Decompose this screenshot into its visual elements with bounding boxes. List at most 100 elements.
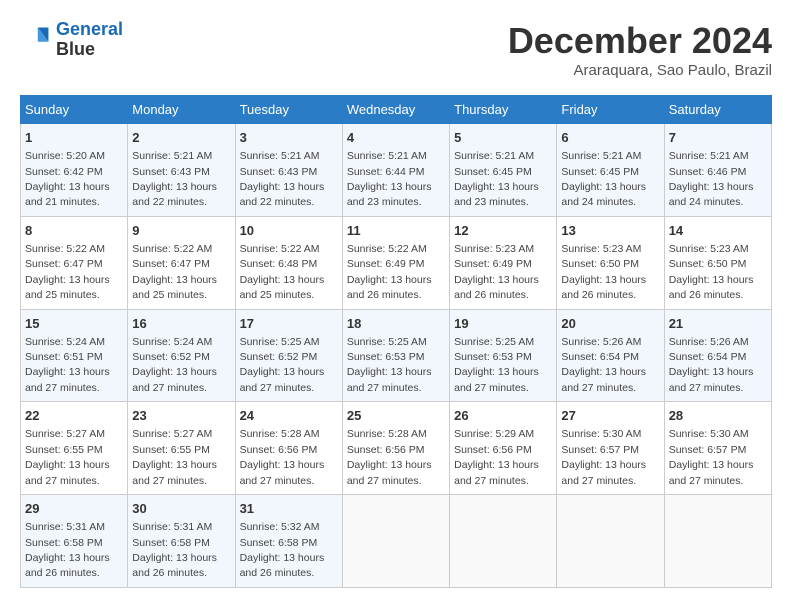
day-cell: 28 Sunrise: 5:30 AMSunset: 6:57 PMDaylig… bbox=[664, 402, 771, 495]
day-number: 18 bbox=[347, 315, 445, 333]
day-info: Sunrise: 5:23 AMSunset: 6:50 PMDaylight:… bbox=[561, 243, 646, 301]
day-number: 23 bbox=[132, 407, 230, 425]
weekday-header-thursday: Thursday bbox=[450, 96, 557, 124]
day-number: 25 bbox=[347, 407, 445, 425]
day-cell: 21 Sunrise: 5:26 AMSunset: 6:54 PMDaylig… bbox=[664, 309, 771, 402]
day-cell: 16 Sunrise: 5:24 AMSunset: 6:52 PMDaylig… bbox=[128, 309, 235, 402]
week-row-2: 8 Sunrise: 5:22 AMSunset: 6:47 PMDayligh… bbox=[21, 216, 772, 309]
day-info: Sunrise: 5:30 AMSunset: 6:57 PMDaylight:… bbox=[561, 428, 646, 486]
day-number: 17 bbox=[240, 315, 338, 333]
day-info: Sunrise: 5:24 AMSunset: 6:51 PMDaylight:… bbox=[25, 336, 110, 394]
day-info: Sunrise: 5:21 AMSunset: 6:46 PMDaylight:… bbox=[669, 150, 754, 208]
day-info: Sunrise: 5:30 AMSunset: 6:57 PMDaylight:… bbox=[669, 428, 754, 486]
day-number: 28 bbox=[669, 407, 767, 425]
day-number: 8 bbox=[25, 222, 123, 240]
day-info: Sunrise: 5:22 AMSunset: 6:48 PMDaylight:… bbox=[240, 243, 325, 301]
day-info: Sunrise: 5:29 AMSunset: 6:56 PMDaylight:… bbox=[454, 428, 539, 486]
day-number: 4 bbox=[347, 129, 445, 147]
day-info: Sunrise: 5:21 AMSunset: 6:43 PMDaylight:… bbox=[240, 150, 325, 208]
day-cell: 24 Sunrise: 5:28 AMSunset: 6:56 PMDaylig… bbox=[235, 402, 342, 495]
logo: General Blue bbox=[20, 20, 123, 60]
day-info: Sunrise: 5:23 AMSunset: 6:50 PMDaylight:… bbox=[669, 243, 754, 301]
day-info: Sunrise: 5:25 AMSunset: 6:52 PMDaylight:… bbox=[240, 336, 325, 394]
page-header: General Blue December 2024 Araraquara, S… bbox=[20, 20, 772, 79]
week-row-1: 1 Sunrise: 5:20 AMSunset: 6:42 PMDayligh… bbox=[21, 124, 772, 217]
day-cell: 29 Sunrise: 5:31 AMSunset: 6:58 PMDaylig… bbox=[21, 495, 128, 588]
day-cell: 12 Sunrise: 5:23 AMSunset: 6:49 PMDaylig… bbox=[450, 216, 557, 309]
day-info: Sunrise: 5:31 AMSunset: 6:58 PMDaylight:… bbox=[25, 521, 110, 579]
day-info: Sunrise: 5:20 AMSunset: 6:42 PMDaylight:… bbox=[25, 150, 110, 208]
day-info: Sunrise: 5:28 AMSunset: 6:56 PMDaylight:… bbox=[240, 428, 325, 486]
day-number: 3 bbox=[240, 129, 338, 147]
day-cell: 2 Sunrise: 5:21 AMSunset: 6:43 PMDayligh… bbox=[128, 124, 235, 217]
day-cell: 15 Sunrise: 5:24 AMSunset: 6:51 PMDaylig… bbox=[21, 309, 128, 402]
title-block: December 2024 Araraquara, Sao Paulo, Bra… bbox=[508, 20, 772, 79]
month-title: December 2024 bbox=[508, 20, 772, 62]
day-info: Sunrise: 5:21 AMSunset: 6:44 PMDaylight:… bbox=[347, 150, 432, 208]
day-cell: 10 Sunrise: 5:22 AMSunset: 6:48 PMDaylig… bbox=[235, 216, 342, 309]
day-info: Sunrise: 5:21 AMSunset: 6:45 PMDaylight:… bbox=[454, 150, 539, 208]
weekday-header-friday: Friday bbox=[557, 96, 664, 124]
day-cell: 25 Sunrise: 5:28 AMSunset: 6:56 PMDaylig… bbox=[342, 402, 449, 495]
day-number: 12 bbox=[454, 222, 552, 240]
day-number: 7 bbox=[669, 129, 767, 147]
day-info: Sunrise: 5:21 AMSunset: 6:43 PMDaylight:… bbox=[132, 150, 217, 208]
day-info: Sunrise: 5:22 AMSunset: 6:49 PMDaylight:… bbox=[347, 243, 432, 301]
day-cell: 7 Sunrise: 5:21 AMSunset: 6:46 PMDayligh… bbox=[664, 124, 771, 217]
day-info: Sunrise: 5:22 AMSunset: 6:47 PMDaylight:… bbox=[132, 243, 217, 301]
day-number: 29 bbox=[25, 500, 123, 518]
day-number: 30 bbox=[132, 500, 230, 518]
day-number: 1 bbox=[25, 129, 123, 147]
day-cell: 6 Sunrise: 5:21 AMSunset: 6:45 PMDayligh… bbox=[557, 124, 664, 217]
day-info: Sunrise: 5:22 AMSunset: 6:47 PMDaylight:… bbox=[25, 243, 110, 301]
week-row-4: 22 Sunrise: 5:27 AMSunset: 6:55 PMDaylig… bbox=[21, 402, 772, 495]
day-number: 22 bbox=[25, 407, 123, 425]
logo-icon bbox=[20, 24, 52, 56]
day-info: Sunrise: 5:31 AMSunset: 6:58 PMDaylight:… bbox=[132, 521, 217, 579]
weekday-header-row: SundayMondayTuesdayWednesdayThursdayFrid… bbox=[21, 96, 772, 124]
day-cell: 17 Sunrise: 5:25 AMSunset: 6:52 PMDaylig… bbox=[235, 309, 342, 402]
day-info: Sunrise: 5:25 AMSunset: 6:53 PMDaylight:… bbox=[347, 336, 432, 394]
day-number: 6 bbox=[561, 129, 659, 147]
day-number: 2 bbox=[132, 129, 230, 147]
weekday-header-wednesday: Wednesday bbox=[342, 96, 449, 124]
weekday-header-monday: Monday bbox=[128, 96, 235, 124]
weekday-header-tuesday: Tuesday bbox=[235, 96, 342, 124]
day-cell: 31 Sunrise: 5:32 AMSunset: 6:58 PMDaylig… bbox=[235, 495, 342, 588]
day-cell: 20 Sunrise: 5:26 AMSunset: 6:54 PMDaylig… bbox=[557, 309, 664, 402]
day-info: Sunrise: 5:24 AMSunset: 6:52 PMDaylight:… bbox=[132, 336, 217, 394]
day-cell: 13 Sunrise: 5:23 AMSunset: 6:50 PMDaylig… bbox=[557, 216, 664, 309]
weekday-header-sunday: Sunday bbox=[21, 96, 128, 124]
day-number: 24 bbox=[240, 407, 338, 425]
location-subtitle: Araraquara, Sao Paulo, Brazil bbox=[508, 62, 772, 79]
day-cell: 22 Sunrise: 5:27 AMSunset: 6:55 PMDaylig… bbox=[21, 402, 128, 495]
day-info: Sunrise: 5:27 AMSunset: 6:55 PMDaylight:… bbox=[132, 428, 217, 486]
day-number: 13 bbox=[561, 222, 659, 240]
day-cell bbox=[664, 495, 771, 588]
day-cell: 8 Sunrise: 5:22 AMSunset: 6:47 PMDayligh… bbox=[21, 216, 128, 309]
day-number: 14 bbox=[669, 222, 767, 240]
day-number: 11 bbox=[347, 222, 445, 240]
week-row-5: 29 Sunrise: 5:31 AMSunset: 6:58 PMDaylig… bbox=[21, 495, 772, 588]
day-number: 31 bbox=[240, 500, 338, 518]
day-cell bbox=[342, 495, 449, 588]
weekday-header-saturday: Saturday bbox=[664, 96, 771, 124]
day-cell: 30 Sunrise: 5:31 AMSunset: 6:58 PMDaylig… bbox=[128, 495, 235, 588]
day-info: Sunrise: 5:28 AMSunset: 6:56 PMDaylight:… bbox=[347, 428, 432, 486]
day-cell: 1 Sunrise: 5:20 AMSunset: 6:42 PMDayligh… bbox=[21, 124, 128, 217]
logo-general: General bbox=[56, 19, 123, 39]
day-number: 15 bbox=[25, 315, 123, 333]
day-cell: 19 Sunrise: 5:25 AMSunset: 6:53 PMDaylig… bbox=[450, 309, 557, 402]
day-info: Sunrise: 5:21 AMSunset: 6:45 PMDaylight:… bbox=[561, 150, 646, 208]
day-number: 20 bbox=[561, 315, 659, 333]
day-cell: 5 Sunrise: 5:21 AMSunset: 6:45 PMDayligh… bbox=[450, 124, 557, 217]
day-number: 19 bbox=[454, 315, 552, 333]
day-info: Sunrise: 5:26 AMSunset: 6:54 PMDaylight:… bbox=[669, 336, 754, 394]
day-info: Sunrise: 5:26 AMSunset: 6:54 PMDaylight:… bbox=[561, 336, 646, 394]
day-cell: 14 Sunrise: 5:23 AMSunset: 6:50 PMDaylig… bbox=[664, 216, 771, 309]
day-cell bbox=[557, 495, 664, 588]
logo-blue: Blue bbox=[56, 40, 123, 60]
day-cell bbox=[450, 495, 557, 588]
day-number: 9 bbox=[132, 222, 230, 240]
day-cell: 4 Sunrise: 5:21 AMSunset: 6:44 PMDayligh… bbox=[342, 124, 449, 217]
